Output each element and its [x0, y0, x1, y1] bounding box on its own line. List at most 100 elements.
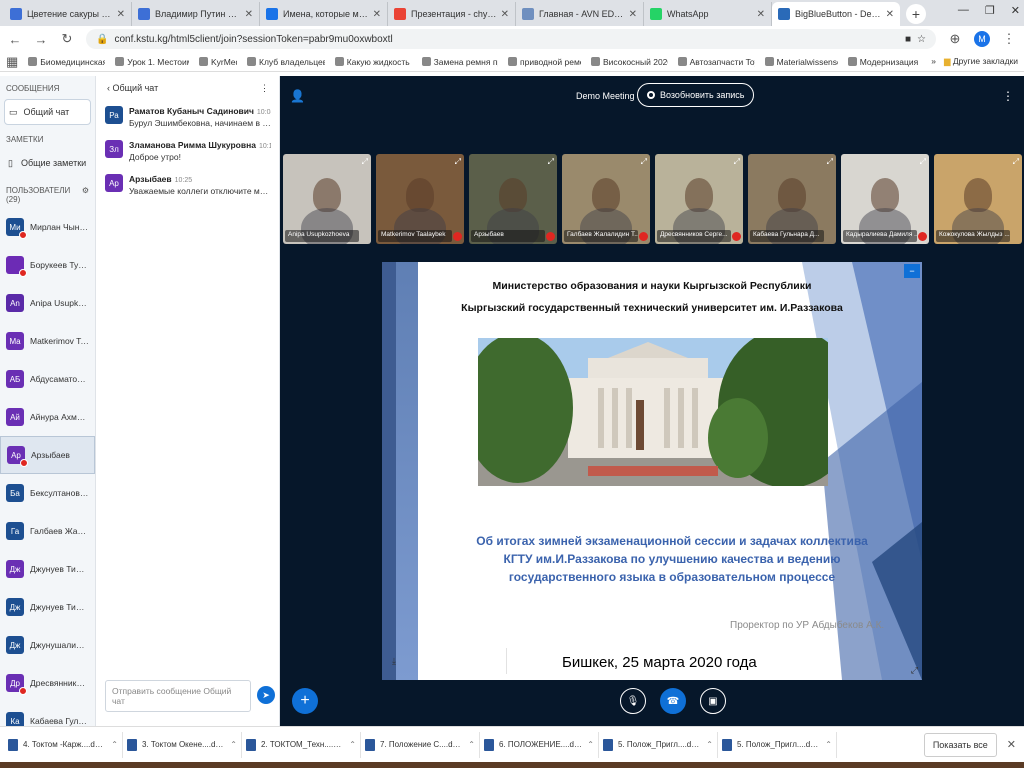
chevron-up-icon[interactable]: ⌃	[468, 740, 475, 749]
expand-video-icon[interactable]: ⤢	[734, 157, 740, 167]
send-message-button[interactable]: ➤	[257, 686, 275, 704]
download-item[interactable]: 7. Положение С....docx ⌃	[361, 731, 480, 758]
close-window-button[interactable]: ✕	[1011, 4, 1020, 17]
video-tile[interactable]: ⤢ Кадыралиева Дамиля ...	[841, 154, 929, 244]
bookmark-item[interactable]: Високосный 2020 г...	[591, 57, 668, 67]
video-tile[interactable]: ⤢ Matkerimov Taalaybek	[376, 154, 464, 244]
expand-video-icon[interactable]: ⤢	[827, 157, 833, 167]
apps-grid-icon[interactable]: ▦	[6, 54, 18, 70]
url-input[interactable]: 🔒 conf.kstu.kg/html5client/join?sessionT…	[86, 29, 936, 49]
video-tile[interactable]: ⤢ Кожокулова Жылдыз ...	[934, 154, 1022, 244]
expand-video-icon[interactable]: ⤢	[362, 157, 368, 167]
download-item[interactable]: 6. ПОЛОЖЕНИЕ....docx ⌃	[480, 731, 599, 758]
bookmark-item[interactable]: Замена ремня при...	[421, 57, 498, 67]
bookmark-item[interactable]: Биомедицинская и...	[28, 57, 105, 67]
resume-recording-button[interactable]: Возобновить запись	[637, 83, 755, 107]
browser-tab[interactable]: Имена, которые мы ошибочно ✕	[260, 2, 388, 26]
new-tab-button[interactable]: +	[906, 4, 926, 24]
meeting-options-icon[interactable]: ⋮	[1002, 89, 1014, 103]
user-list-item[interactable]: Дж Джунуев Тилеген ...	[0, 588, 95, 626]
download-item[interactable]: 3. Токтом Окене....docx ⌃	[123, 731, 242, 758]
expand-video-icon[interactable]: ⤢	[548, 157, 554, 167]
browser-tab[interactable]: WhatsApp ✕	[644, 2, 772, 26]
video-tile[interactable]: ⤢ Арзыбаев	[469, 154, 557, 244]
other-bookmarks-folder[interactable]: ▆ Другие закладки	[944, 56, 1018, 67]
user-list-item[interactable]: Ба Бексултанов Азис...	[0, 474, 95, 512]
show-all-downloads-button[interactable]: Показать все	[923, 732, 997, 757]
user-list-item[interactable]: Дж Джунуев Тилеген ...	[0, 550, 95, 588]
chevron-up-icon[interactable]: ⌃	[230, 740, 237, 749]
video-tile[interactable]: ⤢ Галбаев Жалалидин Т...	[562, 154, 650, 244]
chat-message-input[interactable]: Отправить сообщение Общий чат	[105, 680, 251, 712]
user-list-item[interactable]: Дж Джунушалиева Т...	[0, 626, 95, 664]
bookmark-item[interactable]: Клуб владельцев Т...	[247, 57, 325, 67]
browser-menu-icon[interactable]: ⋮	[1002, 31, 1016, 47]
bookmarks-more-button[interactable]: »	[931, 56, 936, 67]
user-list-item[interactable]: Ми Мирлан Чын... (Вы)	[0, 208, 95, 246]
video-tile[interactable]: ⤢ Кабаева Гульнара Д...	[748, 154, 836, 244]
tab-close-icon[interactable]: ✕	[501, 9, 509, 20]
user-list-item[interactable]: Ка Кабаева Гульнар...	[0, 702, 95, 726]
download-item[interactable]: 5. Полож_Пригл....docx ⌃	[718, 731, 837, 758]
download-presentation-icon[interactable]: ⤓	[388, 648, 507, 674]
user-list-item[interactable]: Ай Айнура Ахматбек...	[0, 398, 95, 436]
video-tile[interactable]: ⤢ Дресвянников Серге...	[655, 154, 743, 244]
chevron-up-icon[interactable]: ⌃	[587, 740, 594, 749]
bookmark-item[interactable]: Модернизация ис...	[847, 57, 921, 67]
video-tile[interactable]: ⤢ Anipa Usupkozhoeva	[283, 154, 371, 244]
fullscreen-icon[interactable]: ⤢	[911, 665, 918, 676]
shared-notes-item[interactable]: ▯ Общие заметки	[4, 150, 91, 176]
tab-close-icon[interactable]: ✕	[373, 9, 381, 20]
back-icon[interactable]: ←	[8, 32, 22, 47]
expand-video-icon[interactable]: ⤢	[1013, 157, 1019, 167]
download-item[interactable]: 4. Токтом -Карж....docx ⌃	[4, 731, 123, 758]
minimize-presentation-button[interactable]: −	[904, 264, 920, 278]
expand-video-icon[interactable]: ⤢	[920, 157, 926, 167]
bookmark-star-icon[interactable]: ☆	[917, 34, 926, 45]
expand-video-icon[interactable]: ⤢	[455, 157, 461, 167]
user-list-item[interactable]: Ma Matkerimov Taalay...	[0, 322, 95, 360]
tab-close-icon[interactable]: ✕	[886, 9, 894, 20]
user-list-item[interactable]: An Anipa Usupkozhoeva	[0, 284, 95, 322]
tab-close-icon[interactable]: ✕	[245, 9, 253, 20]
camera-icon[interactable]: ■	[905, 34, 911, 45]
chat-options-icon[interactable]: ⋮	[260, 83, 269, 94]
tab-close-icon[interactable]: ✕	[117, 9, 125, 20]
tab-close-icon[interactable]: ✕	[629, 9, 637, 20]
browser-tab[interactable]: Цветение сакуры вынамило лю ✕	[4, 2, 132, 26]
browser-tab[interactable]: Владимир Путин защитился от ✕	[132, 2, 260, 26]
chevron-up-icon[interactable]: ⌃	[111, 740, 118, 749]
expand-video-icon[interactable]: ⤢	[641, 157, 647, 167]
user-list-toggle-icon[interactable]: 👤	[290, 89, 305, 103]
bookmark-item[interactable]: Какую жидкость за...	[334, 57, 412, 67]
user-list-item[interactable]: Борукеев Турганб...	[0, 246, 95, 284]
bookmark-item[interactable]: KyrMedu	[198, 57, 237, 67]
user-list-item[interactable]: Ар Арзыбаев	[0, 436, 95, 474]
chevron-up-icon[interactable]: ⌃	[825, 740, 832, 749]
browser-tab[interactable]: Презентация - chynybaev@gma ✕	[388, 2, 516, 26]
user-list-item[interactable]: АБ Абдусаматова Ж...	[0, 360, 95, 398]
extension-icon[interactable]: ⊕	[948, 31, 962, 47]
reload-icon[interactable]: ↻	[60, 31, 74, 47]
browser-tab[interactable]: BigBlueButton - Demo Meeti ✕	[772, 2, 900, 26]
bookmark-item[interactable]: Урок 1. Местоиме...	[115, 57, 189, 67]
leave-audio-button[interactable]: ☎	[660, 688, 686, 714]
forward-icon[interactable]: →	[34, 32, 48, 47]
actions-plus-button[interactable]: +	[292, 688, 318, 714]
public-chat-item[interactable]: ▭ Общий чат	[4, 99, 91, 125]
share-webcam-button[interactable]: ▣	[700, 688, 726, 714]
user-list-item[interactable]: Др Дресвянников Се...	[0, 664, 95, 702]
bookmark-item[interactable]: Автозапчасти Toyo...	[677, 57, 755, 67]
bookmark-item[interactable]: Materialwissensch...	[764, 57, 838, 67]
bookmark-item[interactable]: приводной ремен...	[507, 57, 581, 67]
chevron-up-icon[interactable]: ⌃	[349, 740, 356, 749]
browser-tab[interactable]: Главная - AVN EDOC MANAGEM ✕	[516, 2, 644, 26]
chat-back-button[interactable]: ‹ Общий чат	[107, 83, 158, 93]
tab-close-icon[interactable]: ✕	[757, 9, 765, 20]
user-list-item[interactable]: Га Галбаев Жалали...	[0, 512, 95, 550]
download-item[interactable]: 2. ТОКТОМ_Техн....docx ⌃	[242, 731, 361, 758]
close-downloads-bar-icon[interactable]: ✕	[1007, 738, 1016, 751]
download-item[interactable]: 5. Полож_Пригл....docx ⌃	[599, 731, 718, 758]
maximize-button[interactable]: ❐	[985, 4, 995, 17]
minimize-button[interactable]: —	[958, 4, 969, 17]
